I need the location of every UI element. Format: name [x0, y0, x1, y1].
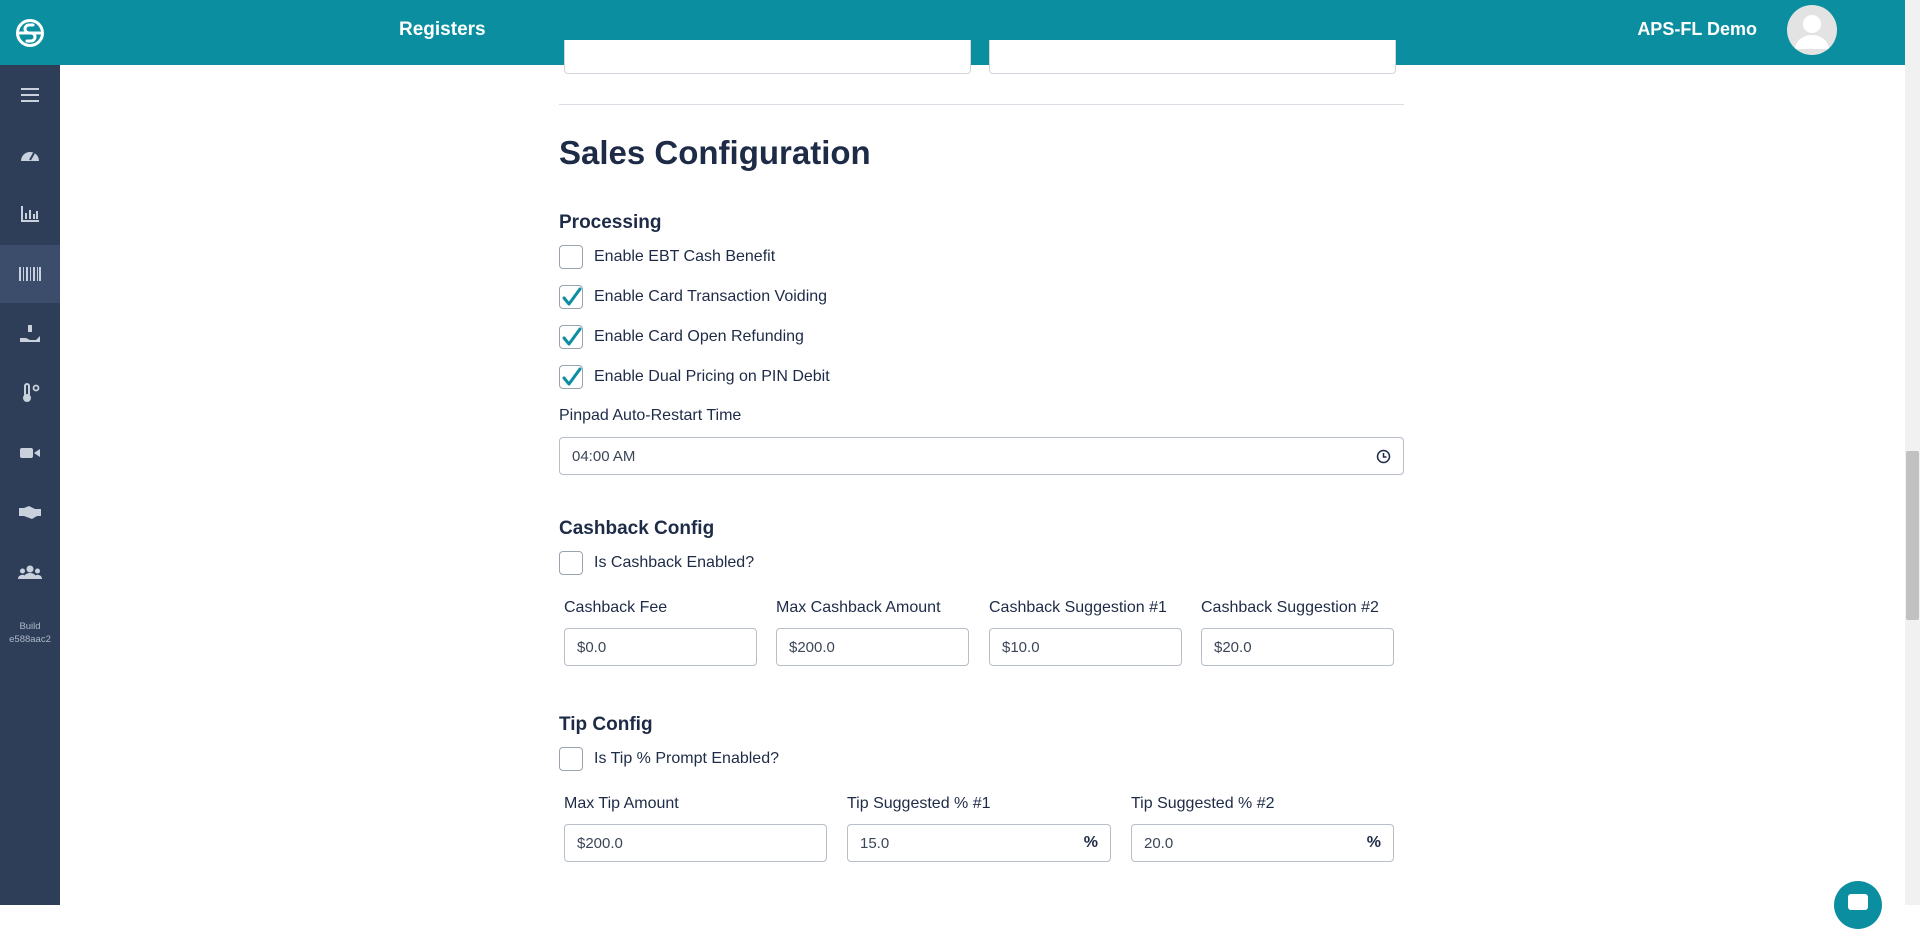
divider — [559, 104, 1404, 105]
page-title: Registers — [399, 19, 486, 40]
tip-config-heading: Tip Config — [559, 714, 653, 735]
sidebar-item-users[interactable] — [0, 543, 60, 601]
partial-input-left[interactable] — [564, 40, 971, 74]
partial-input-right[interactable] — [989, 40, 1396, 74]
percent-suffix: % — [1366, 834, 1381, 851]
tip-enabled-checkbox-row[interactable]: Is Tip % Prompt Enabled? — [559, 746, 779, 772]
tip-suggested-2-label: Tip Suggested % #2 — [1131, 795, 1275, 812]
user-avatar-icon — [1795, 15, 1829, 49]
sidebar-item-dashboard[interactable] — [0, 126, 60, 184]
cashback-suggestion-2-label: Cashback Suggestion #2 — [1201, 599, 1379, 616]
pinpad-restart-label: Pinpad Auto-Restart Time — [559, 407, 742, 424]
max-tip-input[interactable]: $200.0 — [564, 824, 827, 862]
pinpad-restart-time-input[interactable]: 04:00 AM — [559, 437, 1404, 475]
checkbox-unchecked[interactable] — [559, 747, 583, 771]
tip-suggested-1-label: Tip Suggested % #1 — [847, 795, 991, 812]
dashboard-gauge-icon — [21, 152, 39, 161]
percent-suffix: % — [1083, 834, 1098, 851]
card-refunding-label: Enable Card Open Refunding — [594, 328, 804, 345]
sidebar-item-menu[interactable] — [0, 66, 60, 124]
cashback-suggestion-1-label: Cashback Suggestion #1 — [989, 599, 1167, 616]
tip-suggested-2-input[interactable]: 20.0 % — [1131, 824, 1394, 862]
ebt-cash-checkbox-row[interactable]: Enable EBT Cash Benefit — [559, 244, 775, 270]
chat-icon — [1848, 894, 1868, 910]
card-refunding-checkbox-row[interactable]: Enable Card Open Refunding — [559, 324, 804, 350]
cashback-enabled-checkbox-row[interactable]: Is Cashback Enabled? — [559, 550, 754, 576]
tip-suggested-2-value: 20.0 — [1144, 834, 1174, 852]
cashback-enabled-label: Is Cashback Enabled? — [594, 554, 755, 571]
barcode-icon — [19, 267, 41, 281]
dual-pricing-checkbox-row[interactable]: Enable Dual Pricing on PIN Debit — [559, 364, 830, 390]
tip-suggested-1-value: 15.0 — [860, 834, 890, 852]
build-label: Build — [19, 621, 41, 632]
menu-icon — [21, 88, 39, 102]
cashback-suggestion-1-value: $10.0 — [1002, 638, 1040, 656]
avatar[interactable] — [1787, 5, 1837, 55]
sales-configuration-title: Sales Configuration — [559, 134, 871, 171]
processing-heading: Processing — [559, 212, 662, 233]
logo-icon — [16, 18, 44, 47]
cashback-suggestion-1-input[interactable]: $10.0 — [989, 628, 1182, 666]
max-tip-value: $200.0 — [577, 834, 623, 852]
max-cashback-input[interactable]: $200.0 — [776, 628, 969, 666]
max-cashback-value: $200.0 — [789, 638, 835, 656]
hand-money-icon — [20, 325, 40, 342]
ebt-cash-label: Enable EBT Cash Benefit — [594, 248, 776, 265]
cashback-fee-value: $0.0 — [577, 638, 607, 656]
sidebar-item-cameras[interactable] — [0, 424, 60, 482]
card-voiding-checkbox-row[interactable]: Enable Card Transaction Voiding — [559, 284, 827, 310]
checkbox-unchecked[interactable] — [559, 245, 583, 269]
scrollbar-thumb[interactable] — [1906, 451, 1919, 620]
users-icon — [18, 565, 42, 579]
pinpad-restart-value: 04:00 AM — [572, 447, 636, 465]
checkbox-checked[interactable] — [559, 365, 583, 389]
checkbox-checked[interactable] — [559, 325, 583, 349]
cashback-config-heading: Cashback Config — [559, 518, 715, 539]
video-camera-icon — [20, 448, 40, 458]
sidebar: Build e588aac2 — [0, 65, 60, 905]
app-logo[interactable] — [0, 0, 60, 65]
cashback-fee-input[interactable]: $0.0 — [564, 628, 757, 666]
max-tip-label: Max Tip Amount — [564, 795, 679, 812]
checkbox-unchecked[interactable] — [559, 551, 583, 575]
bar-chart-icon — [21, 206, 39, 222]
build-id: e588aac2 — [9, 634, 51, 645]
build-info: Build e588aac2 — [0, 620, 60, 646]
checkmark-icon — [562, 367, 582, 386]
tip-suggested-1-input[interactable]: 15.0 % — [847, 824, 1111, 862]
cashback-fee-label: Cashback Fee — [564, 599, 668, 616]
chat-launcher-button[interactable] — [1834, 881, 1882, 929]
sidebar-item-temperature[interactable] — [0, 364, 60, 422]
sidebar-item-registers[interactable] — [0, 245, 60, 303]
checkbox-checked[interactable] — [559, 285, 583, 309]
max-cashback-label: Max Cashback Amount — [776, 599, 941, 616]
sidebar-item-payments[interactable] — [0, 305, 60, 363]
thermometer-icon — [23, 383, 40, 402]
clock-icon[interactable] — [1376, 449, 1391, 464]
handshake-icon — [19, 506, 41, 519]
dual-pricing-label: Enable Dual Pricing on PIN Debit — [594, 368, 830, 385]
sidebar-item-partners[interactable] — [0, 483, 60, 541]
card-voiding-label: Enable Card Transaction Voiding — [594, 288, 828, 305]
cashback-suggestion-2-input[interactable]: $20.0 — [1201, 628, 1394, 666]
checkmark-icon — [562, 287, 582, 306]
checkmark-icon — [562, 327, 582, 346]
tip-enabled-label: Is Tip % Prompt Enabled? — [594, 750, 779, 767]
sidebar-item-reports[interactable] — [0, 185, 60, 243]
cashback-suggestion-2-value: $20.0 — [1214, 638, 1252, 656]
account-name[interactable]: APS-FL Demo — [1637, 19, 1757, 40]
